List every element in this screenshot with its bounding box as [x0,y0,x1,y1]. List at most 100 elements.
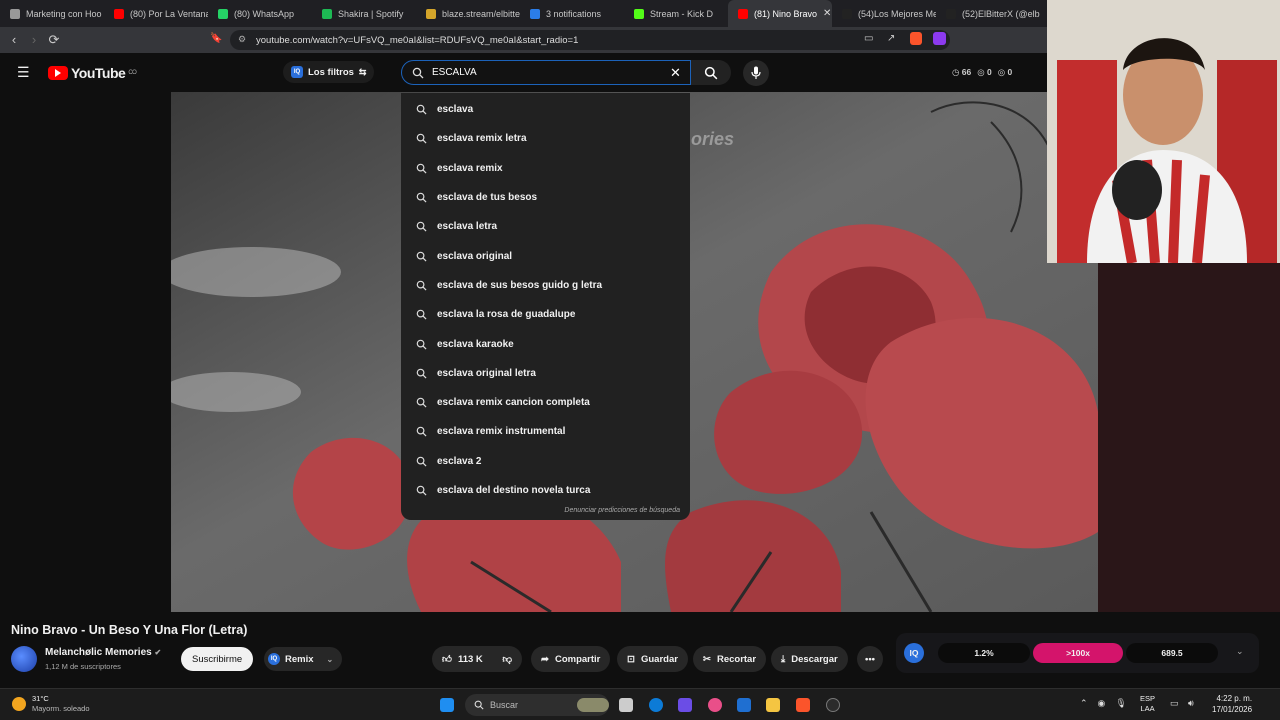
system-clock[interactable]: 4:22 p. m. 17/01/2026 [1212,693,1252,715]
youtube-logo[interactable]: YouTube CO [48,65,137,81]
search-suggestion[interactable]: esclava remix letra [401,124,690,153]
snipping-tool-icon[interactable] [678,698,692,712]
remix-button[interactable]: IQ Remix ⌄ [264,647,343,671]
subscribe-button[interactable]: Suscribirme [181,647,254,671]
channel-avatar[interactable] [11,646,37,672]
weather-widget[interactable]: 31°C Mayorm. soleado [12,694,90,714]
search-suggestion[interactable]: esclava la rosa de guadalupe [401,300,690,329]
browser-tab[interactable]: 3 notifications [520,0,624,27]
file-explorer-icon[interactable] [766,698,780,712]
share-page-icon[interactable]: ↗ [887,33,895,44]
tray-overflow-icon[interactable]: ⌃ [1080,698,1088,709]
browser-tab[interactable]: Marketing con Hoo [0,0,104,27]
channel-name[interactable]: Melanchølic Memories ✔ [45,647,161,658]
tab-favicon-icon [322,8,332,19]
search-suggestion[interactable]: esclava remix cancion completa [401,388,690,417]
clip-button[interactable]: ✂ Recortar [693,646,767,672]
close-tab-icon[interactable]: ✕ [823,8,831,19]
search-suggestion[interactable]: esclava karaoke [401,329,690,358]
report-predictions-link[interactable]: Denunciar predicciones de búsqueda [564,507,680,514]
youtube-play-icon [48,66,68,80]
iq-logo: IQ [904,643,924,663]
bookmark-icon[interactable]: 🔖 [210,33,222,44]
video-title: Nino Bravo - Un Beso Y Una Flor (Letra) [11,623,248,637]
brave-shield-icon[interactable] [910,32,922,45]
search-icon [704,66,718,79]
share-button[interactable]: ➦ Compartir [531,646,611,672]
browser-tab[interactable]: (80) Por La Ventana [104,0,208,27]
brave-browser-icon[interactable] [796,698,810,712]
edge-icon[interactable] [649,698,663,712]
brave-rewards-icon[interactable] [933,32,946,45]
url-field[interactable]: ⚙ youtube.com/watch?v=UFsVQ_me0aI&list=R… [230,30,950,50]
like-icon[interactable]: 👍︎ [442,653,452,665]
volume-icon[interactable]: 🔊︎ [1188,698,1194,709]
iq-percent[interactable]: 1.2% [938,643,1030,663]
obs-icon[interactable] [826,698,840,712]
browser-tab[interactable]: (52)ElBitterX (@elbi [936,0,1040,27]
like-count[interactable]: 113 K [458,654,483,665]
filters-label: Los filtros [308,66,354,78]
voice-search-button[interactable] [743,60,769,86]
search-input[interactable]: ESCALVA ✕ [401,60,691,85]
dislike-icon[interactable]: 👎︎ [502,653,512,665]
search-button[interactable] [691,60,731,85]
browser-tab[interactable]: (54)Los Mejores Me [832,0,936,27]
store-icon[interactable] [737,698,751,712]
search-suggestion[interactable]: esclava original [401,241,690,270]
clip-label: Recortar [716,653,757,665]
iq-multiplier[interactable]: >100x [1033,643,1123,663]
network-icon[interactable]: ▭ [1170,698,1179,709]
search-suggestion[interactable]: esclava letra [401,212,690,241]
suggestion-text: esclava karaoke [437,338,514,350]
youtube-logo-text: YouTube [71,65,126,81]
filters-button[interactable]: IQ Los filtros ⇆ [283,61,375,83]
share-label: Compartir [554,653,601,665]
browser-tab[interactable]: (81) Nino Bravo ✕ [728,0,832,27]
browser-tab[interactable]: blaze.stream/elbitte [416,0,520,27]
taskbar-search[interactable]: Buscar [465,694,609,716]
windows-start-icon[interactable] [440,698,454,712]
search-suggestion[interactable]: esclava [401,95,690,125]
browser-tab[interactable]: Shakira | Spotify [312,0,416,27]
iq-icon: IQ [268,653,280,665]
site-info-icon[interactable]: ⚙ [238,34,246,45]
download-button[interactable]: ⤓ Descargar [771,646,848,672]
search-icon [416,368,427,379]
download-label: Descargar [791,653,838,665]
youtube-header: ☰ YouTube CO IQ Los filtros ⇆ ESCALVA ✕ … [0,53,1048,93]
forward-icon[interactable]: › [24,32,44,47]
keyboard-language[interactable]: ESP LAA [1140,694,1155,714]
search-suggestion[interactable]: esclava de sus besos guido g letra [401,271,690,300]
browser-tab[interactable]: (80) WhatsApp [208,0,312,27]
copilot-icon[interactable] [708,698,722,712]
search-suggestion[interactable]: esclava de tus besos [401,183,690,212]
browser-tab[interactable]: Stream - Kick D [624,0,728,27]
chevron-down-icon[interactable]: ⌄ [1236,646,1244,657]
search-icon [416,104,427,115]
iq-score[interactable]: 689.5 [1126,643,1218,663]
cast-icon[interactable]: ▭ [864,33,873,44]
more-actions-button[interactable]: ••• [857,646,883,672]
suggestion-text: esclava remix cancion completa [437,397,590,409]
search-icon [416,163,427,174]
save-button[interactable]: ⊡ Guardar [617,646,688,672]
menu-icon[interactable]: ☰ [17,64,30,81]
tray-app-icon[interactable]: ◉ [1098,698,1106,709]
suggestion-text: esclava original letra [437,367,536,379]
search-icon [416,309,427,320]
back-icon[interactable]: ‹ [4,32,24,47]
tab-favicon-icon [842,8,852,19]
microphone-tray-icon[interactable]: 🎙︎ [1115,698,1126,709]
search-suggestion[interactable]: esclava remix [401,154,690,183]
search-suggestion[interactable]: esclava del destino novela turca [401,476,690,505]
clear-search-icon[interactable]: ✕ [670,65,681,81]
taskbar-search-label: Buscar [490,700,519,710]
search-suggestion[interactable]: esclava 2 [401,447,690,476]
reload-icon[interactable]: ⟳ [44,32,64,48]
task-view-icon[interactable] [619,698,633,712]
search-suggestion[interactable]: esclava original letra [401,359,690,388]
search-suggestion[interactable]: esclava remix instrumental [401,417,690,446]
tab-label: (52)ElBitterX (@elbi [962,8,1040,19]
eye-stat: ◎ 0 [977,67,992,77]
